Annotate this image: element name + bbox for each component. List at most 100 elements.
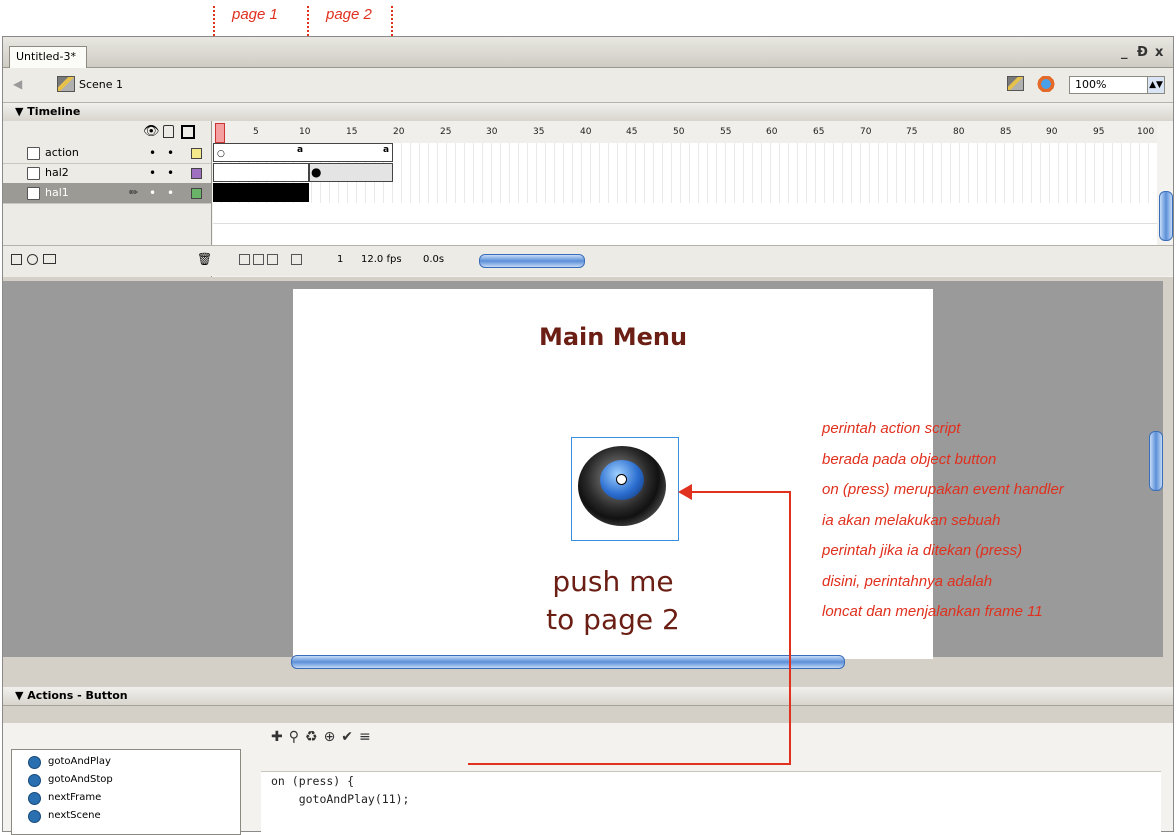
- action-item-gotoandstop[interactable]: gotoAndStop: [28, 774, 113, 787]
- annotation-line: perintah jika ia ditekan (press): [822, 542, 1023, 559]
- layer-name: action: [45, 146, 79, 159]
- lock-icon[interactable]: [163, 125, 174, 138]
- frame-row-hal2[interactable]: ●: [213, 163, 1157, 184]
- content-span[interactable]: [309, 163, 393, 182]
- edit-multiple-frames-icon[interactable]: [291, 254, 302, 265]
- layer-color-swatch[interactable]: [191, 148, 202, 159]
- actions-title: Actions - Button: [27, 689, 128, 702]
- visibility-dot[interactable]: •: [149, 163, 156, 183]
- frame-number: 60: [766, 127, 778, 137]
- frame-number: 95: [1093, 127, 1105, 137]
- edit-symbols-icon[interactable]: [1037, 76, 1055, 92]
- replace-icon[interactable]: ♻: [305, 729, 324, 745]
- script-editor[interactable]: on (press) { gotoAndPlay(11);: [261, 771, 1161, 834]
- code-line: gotoAndPlay(11);: [271, 792, 410, 806]
- timeline-panel: 👁 action • • hal2 • • hal1 ✏ • • 5 10 15…: [3, 121, 1173, 277]
- visibility-dot[interactable]: •: [149, 143, 156, 163]
- keyframe-marker: a: [297, 145, 304, 155]
- onion-skin-icon[interactable]: [253, 254, 264, 265]
- onion-outline-icon[interactable]: [267, 254, 278, 265]
- scene-bar: ◀ Scene 1 100% ▲▼: [3, 68, 1173, 103]
- auto-format-icon[interactable]: ≡: [359, 729, 377, 745]
- frame-row-action[interactable]: ○ a a: [213, 143, 1157, 164]
- connector-horizontal-top: [690, 491, 791, 493]
- add-folder-icon[interactable]: [43, 254, 56, 264]
- delete-layer-icon[interactable]: 🗑: [197, 252, 212, 266]
- push-button[interactable]: [571, 437, 679, 541]
- layer-color-swatch[interactable]: [191, 168, 202, 179]
- eye-icon[interactable]: 👁: [143, 124, 160, 139]
- add-motion-guide-icon[interactable]: [27, 254, 38, 265]
- center-frame-icon[interactable]: [239, 254, 250, 265]
- annotation-line: perintah action script: [822, 420, 961, 437]
- stage-vertical-scrollbar[interactable]: [1149, 431, 1163, 491]
- visibility-dot[interactable]: •: [149, 183, 156, 203]
- lock-dot[interactable]: •: [167, 143, 174, 163]
- outline-icon[interactable]: [181, 125, 195, 139]
- selected-span[interactable]: [213, 183, 309, 202]
- close-button[interactable]: x: [1155, 45, 1163, 60]
- layer-row-action[interactable]: action • •: [3, 143, 211, 164]
- frame-row-hal1[interactable]: [213, 183, 1157, 204]
- frame-number: 40: [580, 127, 592, 137]
- zoom-dropdown-icon[interactable]: ▲▼: [1147, 77, 1164, 93]
- restore-button[interactable]: Ɖ: [1137, 45, 1148, 60]
- frame-number: 80: [953, 127, 965, 137]
- annotation-line: on (press) merupakan event handler: [822, 481, 1064, 498]
- actions-header[interactable]: ▼ Actions - Button: [3, 687, 1173, 706]
- annotation-line: ia akan melakukan sebuah: [822, 511, 1001, 529]
- timeline-title: Timeline: [27, 105, 81, 118]
- edit-scene-icon[interactable]: [1007, 76, 1024, 91]
- layer-name: hal2: [45, 166, 69, 179]
- action-item-gotoandplay[interactable]: gotoAndPlay: [28, 756, 111, 769]
- frame-number: 65: [813, 127, 825, 137]
- frame-number: 30: [486, 127, 498, 137]
- action-item-nextscene[interactable]: nextScene: [28, 810, 101, 823]
- back-arrow-icon[interactable]: ◀: [13, 77, 22, 91]
- layer-row-hal2[interactable]: hal2 • •: [3, 163, 211, 184]
- frame-number: 35: [533, 127, 545, 137]
- elapsed-time: 0.0s: [423, 254, 445, 265]
- layer-icon: [27, 187, 40, 200]
- timeline-header[interactable]: ▼ Timeline: [3, 103, 1173, 122]
- code-line: on (press) {: [271, 774, 355, 788]
- connector-arrowhead-icon: [678, 484, 692, 500]
- scene-name: Scene 1: [79, 78, 124, 91]
- annotation-line: disini, perintahnya adalah: [822, 572, 993, 590]
- lock-dot[interactable]: •: [167, 183, 174, 203]
- playhead[interactable]: [215, 123, 225, 143]
- layer-color-swatch[interactable]: [191, 188, 202, 199]
- add-statement-icon[interactable]: ✚: [271, 729, 289, 745]
- document-tab[interactable]: Untitled-3*: [9, 46, 87, 68]
- current-frame: 1: [337, 254, 344, 265]
- frame-number: 20: [393, 127, 405, 137]
- layer-row-hal1[interactable]: hal1 ✏ • •: [3, 183, 211, 204]
- frame-number: 85: [1000, 127, 1012, 137]
- actions-panel: gotoAndPlay gotoAndStop nextFrame nextSc…: [3, 723, 1173, 835]
- find-icon[interactable]: ⚲: [289, 729, 305, 745]
- empty-span[interactable]: [213, 163, 309, 182]
- action-item-nextframe[interactable]: nextFrame: [28, 792, 101, 805]
- annotation-line: loncat dan menjalankan frame 11: [822, 603, 1043, 620]
- frame-grid[interactable]: 1 5 10 15 20 25 30 35 40 45 50 55 60 65 …: [213, 121, 1157, 245]
- action-icon: [28, 756, 41, 769]
- frame-number: 5: [253, 127, 259, 137]
- connector-horizontal-bottom: [468, 763, 790, 765]
- action-icon: [28, 774, 41, 787]
- timeline-horizontal-scrollbar[interactable]: [479, 254, 585, 268]
- frame-number: 10: [299, 127, 311, 137]
- lock-dot[interactable]: •: [167, 163, 174, 183]
- keyframe-marker: a: [383, 145, 390, 155]
- check-syntax-icon[interactable]: ✔: [341, 729, 359, 745]
- timeline-vertical-scrollbar[interactable]: [1159, 191, 1173, 241]
- minimize-button[interactable]: _: [1121, 45, 1128, 60]
- layer-name: hal1: [45, 186, 69, 199]
- zoom-select[interactable]: 100% ▲▼: [1069, 76, 1165, 94]
- page1-annotation: page 1: [232, 6, 278, 23]
- target-path-icon[interactable]: ⊕: [324, 729, 342, 745]
- stage-horizontal-scrollbar[interactable]: [291, 655, 845, 669]
- keyframe-marker: ○: [217, 149, 225, 159]
- annotation-line: berada pada object button: [822, 450, 997, 468]
- pencil-icon: ✏: [129, 186, 139, 199]
- add-layer-icon[interactable]: [11, 254, 22, 265]
